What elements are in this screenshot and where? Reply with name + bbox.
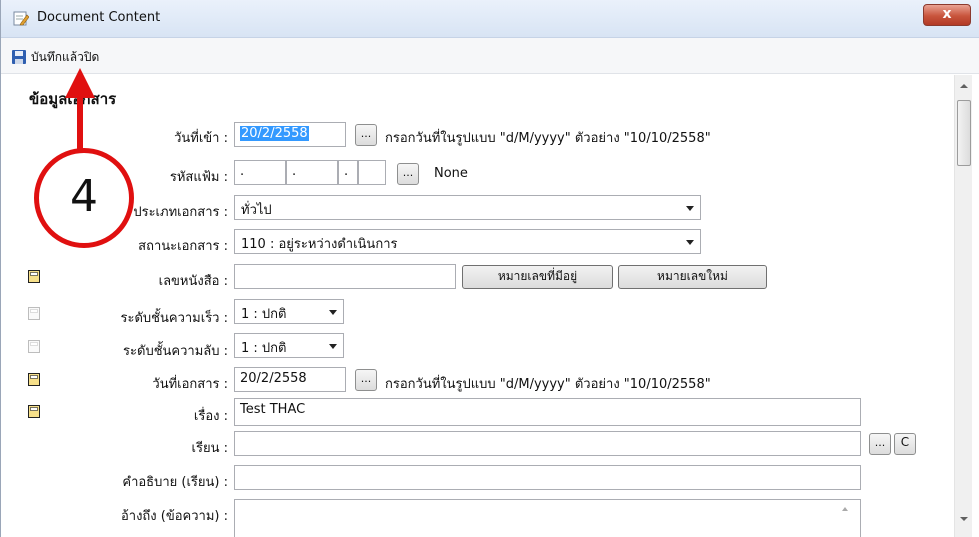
chevron-down-icon bbox=[686, 240, 694, 245]
file-code-label: รหัสแฟ้ม : bbox=[169, 170, 228, 185]
secrecy-label: ระดับชั้นความลับ : bbox=[123, 344, 228, 359]
scroll-up-icon[interactable] bbox=[960, 84, 968, 88]
to-description-input[interactable] bbox=[234, 465, 861, 490]
file-code-part-4[interactable] bbox=[358, 160, 386, 185]
form-content: ข้อมูลเอกสาร วันที่เข้า : 20/2/2558 ... … bbox=[1, 75, 953, 537]
doc-number-input[interactable] bbox=[234, 264, 456, 289]
doc-type-label: ประเภทเอกสาร : bbox=[133, 205, 228, 220]
to-label: เรียน : bbox=[191, 441, 228, 456]
doc-date-picker-button[interactable]: ... bbox=[355, 369, 377, 391]
close-icon: x bbox=[942, 6, 952, 22]
subject-input[interactable]: Test THAC bbox=[234, 398, 861, 426]
to-clear-button[interactable]: C bbox=[894, 433, 916, 455]
scroll-down-icon[interactable] bbox=[960, 517, 968, 521]
toolbar: บันทึกแล้วปิด bbox=[1, 38, 979, 74]
close-button[interactable]: x bbox=[923, 4, 971, 26]
save-and-close-button[interactable]: บันทึกแล้วปิด bbox=[11, 48, 99, 66]
existing-number-button[interactable]: หมายเลขที่มีอยู่ bbox=[462, 265, 613, 289]
doc-number-label: เลขหนังสือ : bbox=[158, 274, 228, 289]
annotation-arrow-head bbox=[65, 68, 95, 98]
file-code-picker-button[interactable]: ... bbox=[397, 163, 419, 185]
file-code-part-2[interactable]: . bbox=[286, 160, 338, 185]
file-code-part-3[interactable]: . bbox=[338, 160, 358, 185]
secrecy-select[interactable]: 1 : ปกติ bbox=[234, 333, 344, 358]
floppy-disk-icon bbox=[12, 50, 26, 64]
required-marker-icon bbox=[28, 373, 40, 386]
chevron-down-icon bbox=[329, 310, 337, 315]
new-number-button[interactable]: หมายเลขใหม่ bbox=[618, 265, 767, 289]
reference-textarea[interactable] bbox=[234, 499, 861, 537]
urgency-label: ระดับชั้นความเร็ว : bbox=[120, 311, 228, 326]
chevron-down-icon bbox=[329, 344, 337, 349]
annotation-arrow-shaft bbox=[77, 95, 83, 150]
document-content-window: Document Content x บันทึกแล้วปิด ข้อมูลเ… bbox=[0, 0, 979, 537]
save-and-close-label: บันทึกแล้วปิด bbox=[31, 49, 100, 64]
optional-marker-icon bbox=[28, 307, 40, 320]
required-marker-icon bbox=[28, 270, 40, 283]
document-edit-icon bbox=[13, 11, 29, 26]
doc-date-hint: กรอกวันที่ในรูปแบบ "d/M/yyyy" ตัวอย่าง "… bbox=[385, 377, 711, 392]
vertical-scrollbar[interactable] bbox=[954, 75, 972, 537]
title-bar: Document Content x bbox=[1, 0, 979, 38]
urgency-select[interactable]: 1 : ปกติ bbox=[234, 299, 344, 324]
doc-status-select[interactable]: 110 : อยู่ระหว่างดำเนินการ bbox=[234, 229, 701, 254]
scrollbar-thumb[interactable] bbox=[957, 100, 971, 166]
required-marker-icon bbox=[28, 405, 40, 418]
to-picker-button[interactable]: ... bbox=[869, 433, 891, 455]
date-in-label: วันที่เข้า : bbox=[174, 131, 228, 146]
to-description-label: คำอธิบาย (เรียน) : bbox=[122, 475, 228, 490]
chevron-down-icon bbox=[686, 206, 694, 211]
doc-date-input[interactable]: 20/2/2558 bbox=[234, 367, 346, 392]
window-title: Document Content bbox=[37, 10, 161, 25]
date-in-picker-button[interactable]: ... bbox=[355, 124, 377, 146]
annotation-callout: 4 bbox=[34, 148, 134, 248]
subject-label: เรื่อง : bbox=[193, 409, 228, 424]
reference-label: อ้างถึง (ข้อความ) : bbox=[120, 509, 228, 524]
file-code-part-1[interactable]: . bbox=[234, 160, 286, 185]
textarea-scroll-up-icon bbox=[842, 507, 848, 511]
doc-status-label: สถานะเอกสาร : bbox=[138, 239, 228, 254]
doc-date-label: วันที่เอกสาร : bbox=[152, 377, 228, 392]
date-in-hint: กรอกวันที่ในรูปแบบ "d/M/yyyy" ตัวอย่าง "… bbox=[385, 131, 711, 146]
to-input[interactable] bbox=[234, 431, 861, 456]
optional-marker-icon bbox=[28, 340, 40, 353]
doc-type-select[interactable]: ทั่วไป bbox=[234, 195, 701, 220]
date-in-input[interactable]: 20/2/2558 bbox=[234, 122, 346, 147]
file-code-status: None bbox=[434, 166, 468, 181]
